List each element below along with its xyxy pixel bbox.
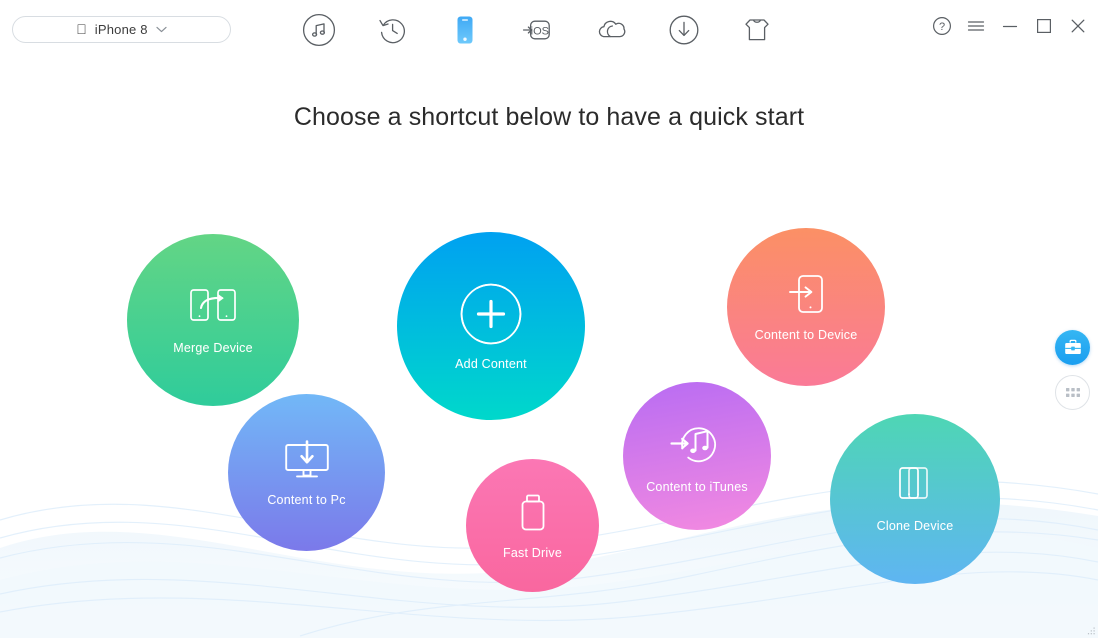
- window-controls: ?: [932, 16, 1088, 36]
- nav-item-ringtone[interactable]: [734, 7, 780, 53]
- shortcut-grid: Merge Device Add Content Content to Devi…: [0, 0, 1098, 638]
- nav-item-device[interactable]: [442, 7, 488, 53]
- shortcut-content-to-device[interactable]: Content to Device: [727, 228, 885, 386]
- question-circle-icon: ?: [933, 17, 951, 35]
- minimize-icon: [1002, 25, 1018, 28]
- minimize-button[interactable]: [1000, 16, 1020, 36]
- menu-button[interactable]: [966, 16, 986, 36]
- nav-item-music[interactable]: [296, 7, 342, 53]
- nav-item-to-ios[interactable]: iOS: [515, 7, 561, 53]
- download-circle-icon: [669, 15, 699, 45]
- phone-icon: [457, 16, 473, 44]
- svg-text:iOS: iOS: [531, 25, 549, 37]
- help-button[interactable]: ?: [932, 16, 952, 36]
- shortcut-label: Content to Device: [754, 328, 858, 342]
- close-icon: [1071, 19, 1085, 33]
- shortcut-label: Clone Device: [876, 519, 954, 533]
- shortcut-add-content[interactable]: Add Content: [397, 232, 585, 420]
- maximize-button[interactable]: [1034, 16, 1054, 36]
- device-name-label: iPhone 8: [89, 22, 148, 37]
- svg-text:?: ?: [939, 21, 945, 33]
- nav-item-cloud[interactable]: [588, 7, 634, 53]
- device-selector[interactable]:  iPhone 8: [12, 16, 231, 43]
- content-to-device-icon: [786, 272, 826, 318]
- resize-grip[interactable]: [1086, 626, 1096, 636]
- shortcut-content-to-pc[interactable]: Content to Pc: [228, 394, 385, 551]
- content-to-itunes-icon: [668, 418, 726, 470]
- shortcut-merge-device[interactable]: Merge Device: [127, 234, 299, 406]
- clone-device-icon: [892, 465, 938, 509]
- nav-item-download[interactable]: [661, 7, 707, 53]
- add-content-icon: [458, 281, 524, 347]
- hamburger-menu-icon: [967, 21, 985, 31]
- maximize-icon: [1037, 19, 1052, 34]
- chevron-down-icon[interactable]: [156, 26, 167, 33]
- content-to-pc-icon: [281, 439, 333, 483]
- shortcut-content-to-itunes[interactable]: Content to iTunes: [623, 382, 771, 530]
- shortcut-label: Fast Drive: [503, 545, 562, 560]
- apple-logo-icon: : [76, 22, 87, 36]
- app-window:  iPhone 8: [0, 0, 1098, 638]
- tshirt-icon: [745, 19, 769, 41]
- shortcut-label: Content to iTunes: [646, 480, 748, 494]
- merge-device-icon: [188, 285, 238, 331]
- main-nav: iOS: [296, 6, 796, 54]
- to-ios-icon: iOS: [522, 20, 550, 40]
- shortcut-clone-device[interactable]: Clone Device: [830, 414, 1000, 584]
- music-note-circle-icon: [302, 13, 336, 47]
- shortcut-fast-drive[interactable]: Fast Drive: [466, 459, 599, 592]
- shortcut-label: Merge Device: [173, 341, 253, 355]
- cloud-icon: [598, 20, 626, 38]
- close-button[interactable]: [1068, 16, 1088, 36]
- fast-drive-icon: [516, 492, 550, 536]
- shortcut-label: Add Content: [455, 357, 527, 371]
- history-clock-icon: [379, 19, 405, 44]
- side-tab-apps-grid[interactable]: [1055, 375, 1090, 410]
- side-tab-toolbox[interactable]: [1055, 330, 1090, 365]
- shortcut-label: Content to Pc: [267, 492, 346, 507]
- side-tab-rail: [1055, 330, 1090, 410]
- top-bar:  iPhone 8: [0, 0, 1098, 58]
- toolbox-icon: [1064, 339, 1081, 354]
- nav-item-backup-restore[interactable]: [369, 7, 415, 53]
- grid-icon: [1065, 387, 1080, 397]
